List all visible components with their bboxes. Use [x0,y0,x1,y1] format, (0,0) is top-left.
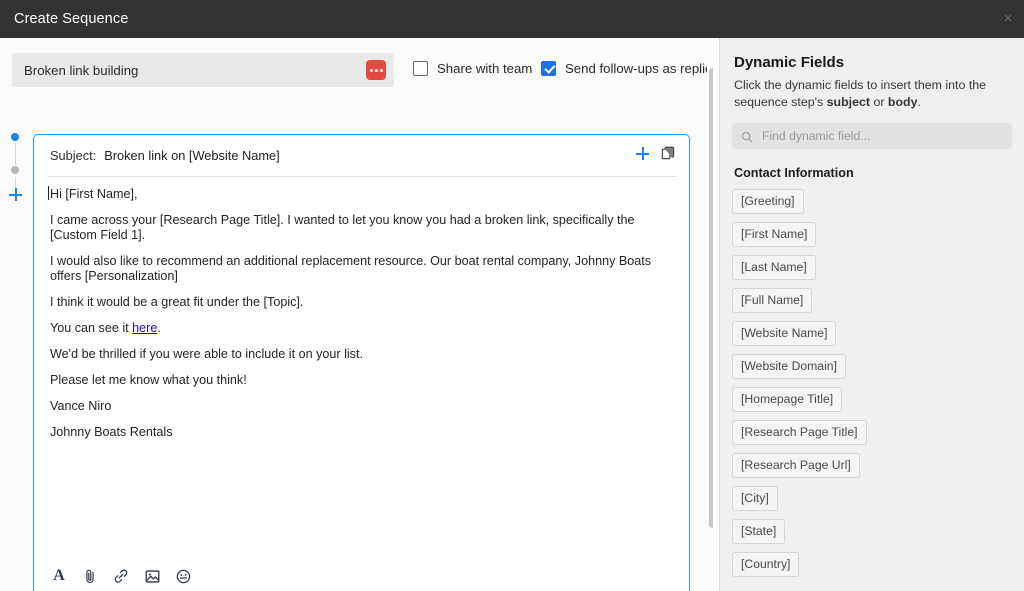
dynamic-field-chip[interactable]: [Website Domain] [732,354,846,379]
page-title: Create Sequence [14,11,128,27]
description-bold-body: body [888,95,918,109]
dynamic-field-chip[interactable]: [Homepage Title] [732,387,842,412]
dynamic-fields-title: Dynamic Fields [734,54,1024,71]
dynamic-field-chip[interactable]: [Research Page Title] [732,420,867,445]
plus-icon[interactable] [636,147,649,160]
body-paragraph: We'd be thrilled if you were able to inc… [50,347,675,362]
search-icon [741,130,753,142]
link-suffix-text: . [157,321,161,335]
sequence-name-value: Broken link building [24,63,138,78]
body-paragraph: Please let me know what you think! [50,373,675,388]
image-icon[interactable] [142,566,162,586]
create-sequence-modal: Create Sequence × Broken link building S… [0,0,1024,591]
body-text-line: Hi [First Name], [50,187,137,201]
share-with-team-checkbox[interactable]: Share with team [413,61,532,76]
body-paragraph: I came across your [Research Page Title]… [50,213,675,243]
body-paragraph: Johnny Boats Rentals [50,425,675,440]
dynamic-field-search[interactable] [732,123,1012,149]
email-body-editor[interactable]: Hi [First Name], I came across your [Res… [50,187,675,451]
dynamic-field-chip[interactable]: [Greeting] [732,189,804,214]
subject-label: Subject: [50,148,96,163]
subject-actions [636,146,676,161]
dynamic-field-chip[interactable]: [First Name] [732,222,816,247]
dynamic-field-chip[interactable]: [City] [732,486,778,511]
dynamic-fields-description: Click the dynamic fields to insert them … [734,77,1010,110]
text-format-icon[interactable]: A [49,566,69,586]
link-prefix-text: You can see it [50,321,132,335]
subject-row[interactable]: Subject: Broken link on [Website Name] [34,135,689,176]
description-suffix: . [918,95,921,109]
description-middle: or [870,95,888,109]
dynamic-fields-panel: Dynamic Fields Click the dynamic fields … [719,38,1024,591]
dynamic-field-chip[interactable]: [Research Page Url] [732,453,860,478]
email-step-card[interactable]: Subject: Broken link on [Website Name] [33,134,690,591]
send-followups-checkbox[interactable]: Send follow-ups as replies [541,61,713,76]
emoji-icon[interactable] [173,566,193,586]
dynamic-field-chip[interactable]: [Country] [732,552,799,577]
body-paragraph: I think it would be a great fit under th… [50,295,675,310]
copy-icon[interactable] [661,146,676,161]
attachment-icon[interactable] [80,566,100,586]
here-link[interactable]: here [132,321,157,335]
send-followups-label: Send follow-ups as replies [565,61,713,76]
sequence-toolbar: Broken link building Share with team Sen… [0,53,713,89]
grammarly-dots-icon[interactable] [366,60,386,80]
checkbox-box-checked [541,61,556,76]
add-step-icon[interactable] [9,188,22,201]
modal-titlebar: Create Sequence × [0,0,1024,38]
modal-body: Broken link building Share with team Sen… [0,38,1024,591]
sequence-editor-pane: Broken link building Share with team Sen… [0,38,713,591]
share-with-team-label: Share with team [437,61,532,76]
description-bold-subject: subject [827,95,870,109]
dynamic-field-chip-list: [Greeting] [First Name] [Last Name] [Ful… [732,189,1024,585]
body-paragraph: I would also like to recommend an additi… [50,254,675,284]
editor-toolbar: A [49,566,193,586]
link-icon[interactable] [111,566,131,586]
search-input[interactable] [760,128,970,144]
dynamic-field-chip[interactable]: [Last Name] [732,255,816,280]
sequence-step-rail [9,133,25,208]
close-icon[interactable]: × [998,9,1018,29]
rail-connector [15,143,17,165]
sequence-name-input[interactable]: Broken link building [12,53,394,87]
step-dot-inactive[interactable] [11,166,19,174]
dynamic-field-chip[interactable]: [Website Name] [732,321,836,346]
subject-input-value[interactable]: Broken link on [Website Name] [104,148,279,163]
body-paragraph: Vance Niro [50,399,675,414]
scrollbar-thumb[interactable] [709,68,713,528]
text-caret [48,186,49,200]
checkbox-box [413,61,428,76]
body-paragraph: Hi [First Name], [50,187,675,202]
body-paragraph-with-link: You can see it here. [50,321,675,336]
subject-divider [48,176,677,177]
dynamic-field-chip[interactable]: [State] [732,519,785,544]
dynamic-field-chip[interactable]: [Full Name] [732,288,812,313]
contact-information-heading: Contact Information [734,166,1024,180]
step-dot-active[interactable] [11,133,19,141]
